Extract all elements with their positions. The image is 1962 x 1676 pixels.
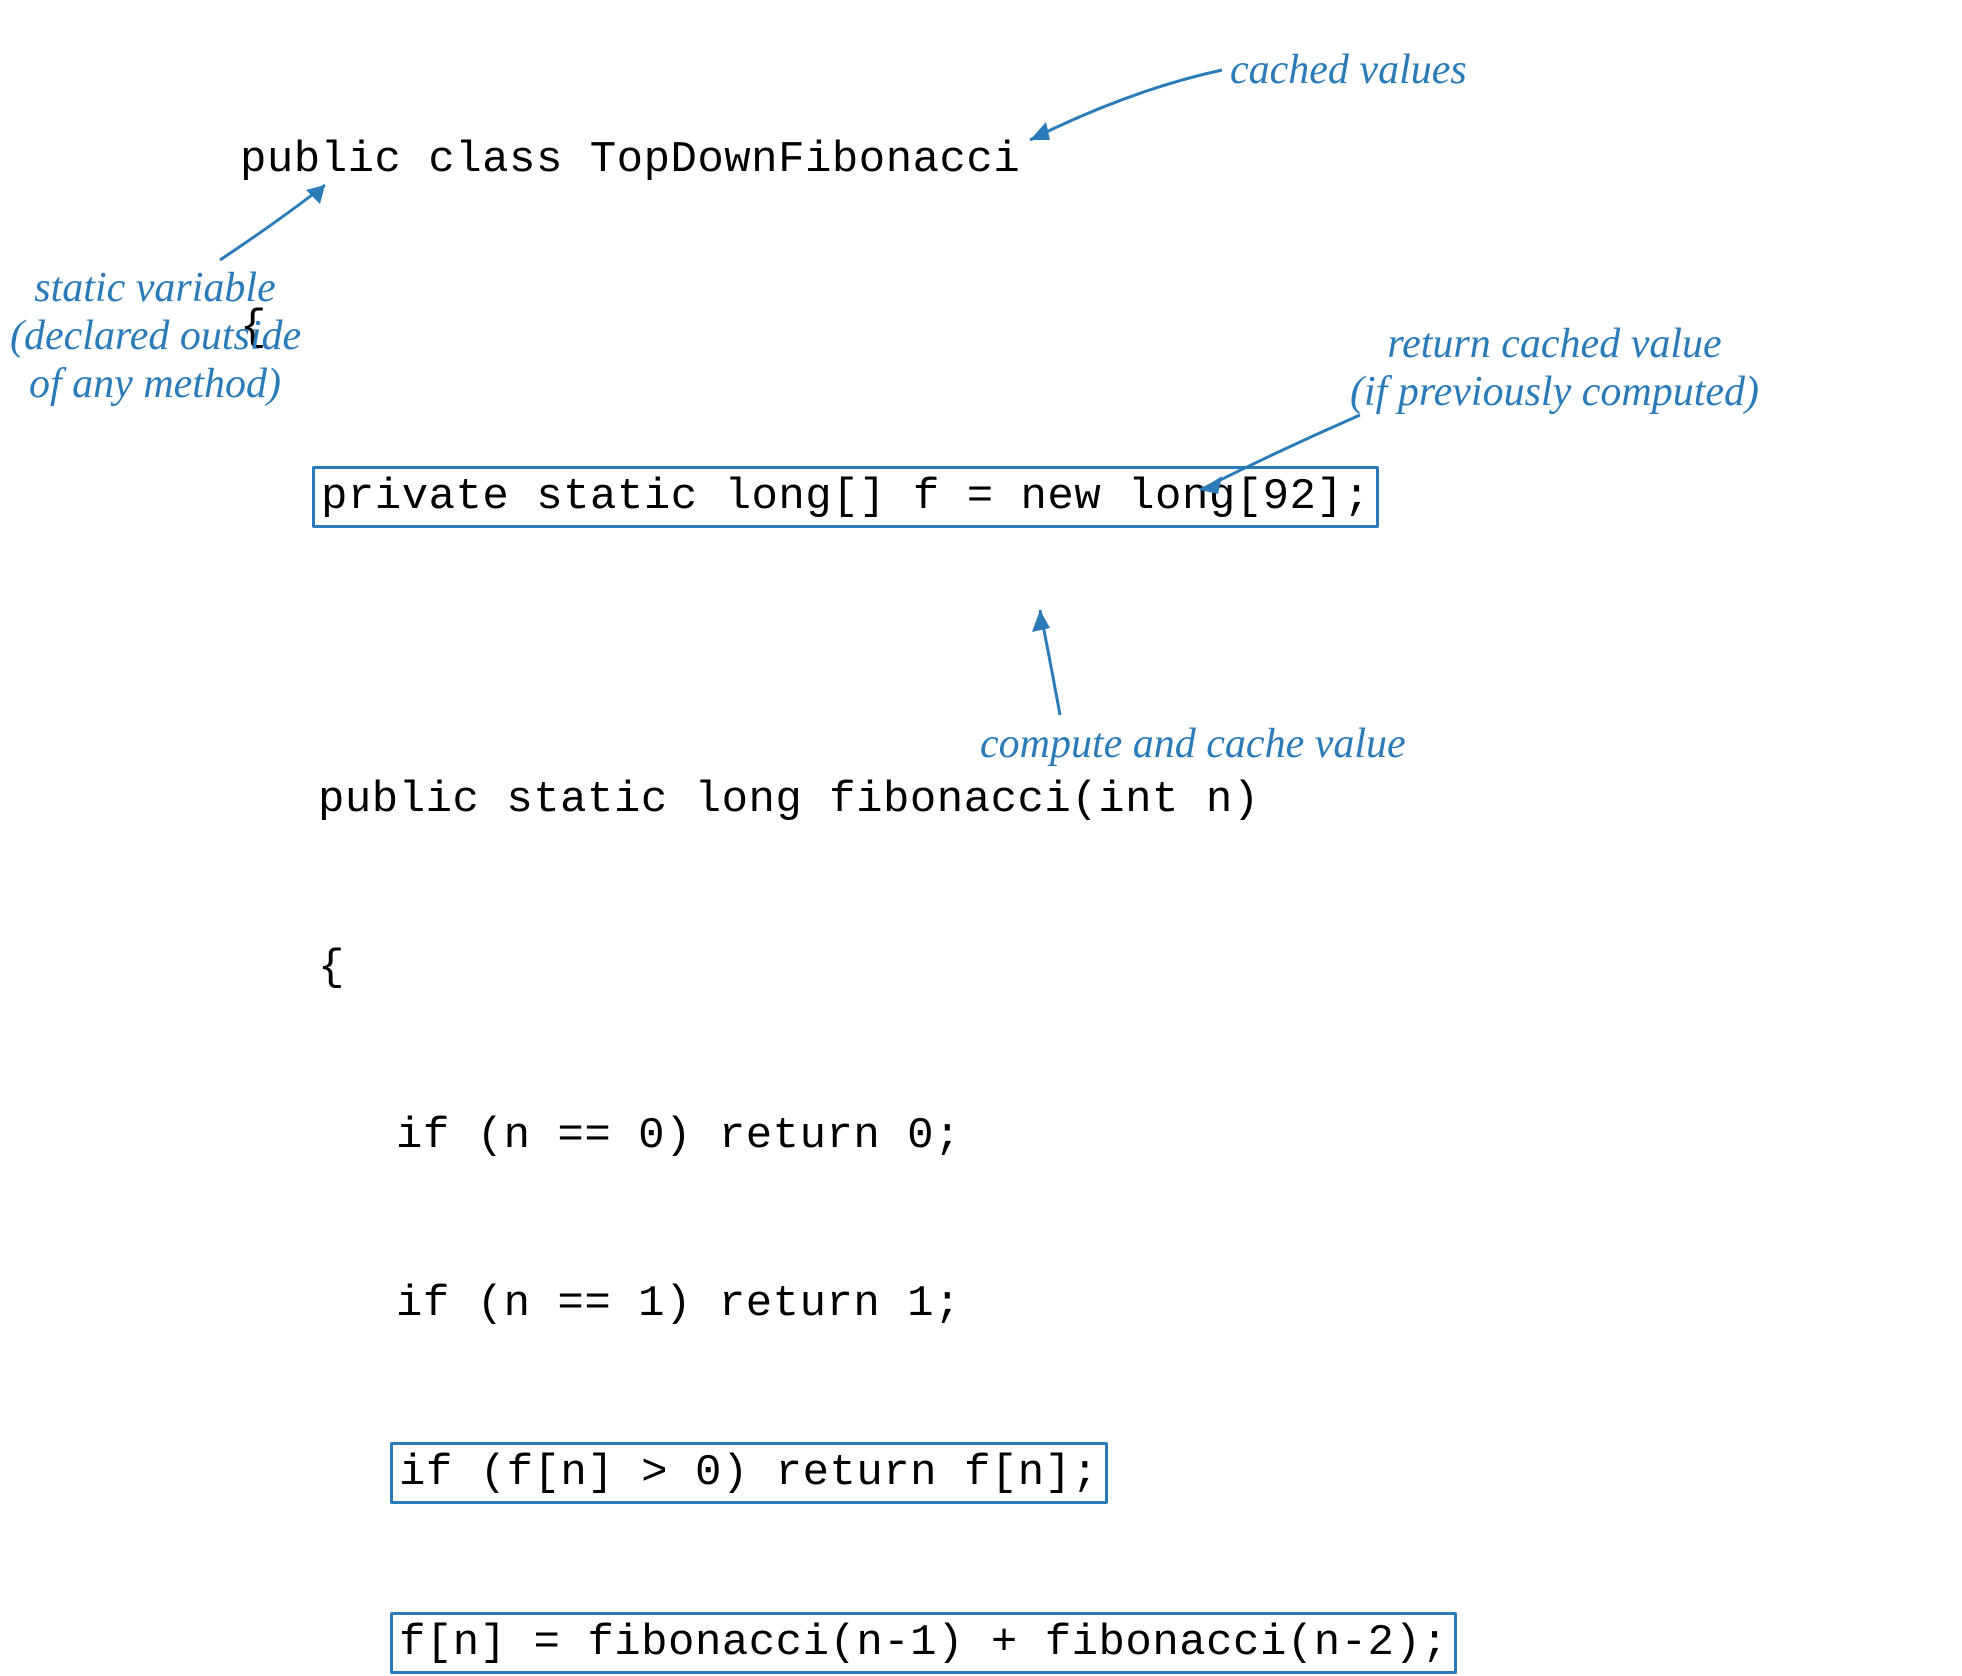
code-line-6: if (n == 0) return 0; xyxy=(240,1108,1451,1164)
code-line-4: public static long fibonacci(int n) xyxy=(240,772,1451,828)
code-line-2: { xyxy=(240,300,1451,356)
code-line-9-wrapper: f[n] = fibonacci(n-1) + fibonacci(n-2); xyxy=(240,1614,1451,1672)
code-line-1: public class TopDownFibonacci xyxy=(240,132,1451,188)
code-line-3-wrapper: private static long[] f = new long[92]; xyxy=(240,468,1451,526)
annotation-cached-values: cached values xyxy=(1230,46,1467,94)
code-line-8-wrapper: if (f[n] > 0) return f[n]; xyxy=(240,1444,1451,1502)
highlight-box-cached-declaration: private static long[] f = new long[92]; xyxy=(312,466,1379,528)
code-line-7: if (n == 1) return 1; xyxy=(240,1276,1451,1332)
annotation-return-cached: return cached value (if previously compu… xyxy=(1350,320,1759,416)
code-line-8: if (f[n] > 0) return f[n]; xyxy=(399,1448,1099,1498)
code-line-3: private static long[] f = new long[92]; xyxy=(321,472,1370,522)
highlight-box-return-cached: if (f[n] > 0) return f[n]; xyxy=(390,1442,1108,1504)
code-line-9: f[n] = fibonacci(n-1) + fibonacci(n-2); xyxy=(399,1618,1448,1668)
annotation-return-cached-l2: (if previously computed) xyxy=(1350,368,1759,416)
annotation-return-cached-l1: return cached value xyxy=(1350,320,1759,368)
annotation-static-variable-l3: of any method) xyxy=(10,360,300,408)
code-block: public class TopDownFibonacci { private … xyxy=(240,20,1451,1676)
annotation-compute-cache: compute and cache value xyxy=(980,720,1406,768)
annotation-static-variable: static variable (declared outside of any… xyxy=(10,264,300,408)
annotation-static-variable-l2: (declared outside xyxy=(10,312,300,360)
annotation-static-variable-l1: static variable xyxy=(10,264,300,312)
highlight-box-compute-cache: f[n] = fibonacci(n-1) + fibonacci(n-2); xyxy=(390,1612,1457,1674)
code-line-5: { xyxy=(240,940,1451,996)
